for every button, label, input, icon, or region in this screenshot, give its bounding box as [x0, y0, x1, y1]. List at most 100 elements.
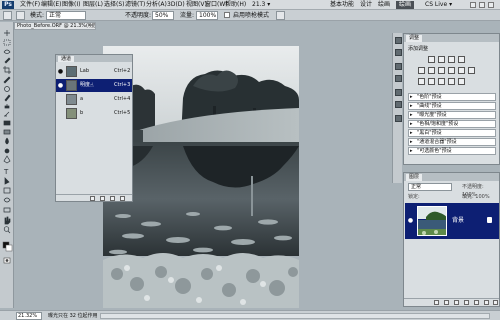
menu-select[interactable]: 选择(S) — [104, 1, 125, 9]
blend-mode-select[interactable]: 正常 — [408, 183, 452, 191]
opacity-input[interactable]: 50% — [152, 11, 174, 20]
channel-mixer-icon[interactable] — [468, 67, 475, 74]
lock-options[interactable]: 锁定: — [408, 193, 458, 201]
character-panel-icon[interactable] — [395, 115, 402, 122]
channel-row-a[interactable]: a Ctrl+4 — [56, 93, 132, 106]
layer-mask-icon[interactable] — [454, 300, 459, 305]
preset-black-white[interactable]: "黑白"预设 — [408, 129, 496, 137]
horizontal-scrollbar[interactable] — [100, 313, 490, 319]
channels-panel-titlebar[interactable]: 通道 — [56, 55, 132, 62]
brushes-panel-icon[interactable] — [395, 89, 402, 96]
minimize-button[interactable] — [470, 2, 476, 8]
layer-opacity-field[interactable]: 不透明度: 100% — [462, 183, 496, 198]
styles-panel-icon[interactable] — [395, 75, 402, 82]
new-layer-icon[interactable] — [484, 300, 489, 305]
visibility-eye-icon[interactable]: ● — [57, 82, 64, 89]
preset-curves[interactable]: "曲线"预设 — [408, 102, 496, 110]
workspace-essentials[interactable]: 基本功能 — [330, 1, 354, 9]
brush-size-icon[interactable] — [16, 11, 25, 20]
channel-row-lab[interactable]: ● Lab Ctrl+2 — [56, 65, 132, 78]
preset-exposure[interactable]: "曝光度"预设 — [408, 111, 496, 119]
mode-select[interactable]: 正常 — [46, 11, 86, 20]
clone-source-panel-icon[interactable] — [395, 101, 402, 108]
zoom-level-select[interactable]: 21.3 ▾ — [252, 1, 270, 9]
menu-view[interactable]: 视图(V) — [186, 1, 207, 9]
preset-selective-color[interactable]: "可选颜色"预设 — [408, 147, 496, 155]
brush-preset-icon[interactable] — [3, 11, 12, 20]
adjustment-layer-icon[interactable] — [464, 300, 469, 305]
preset-hue-saturation[interactable]: "色相/饱和度"预设 — [408, 120, 496, 128]
actions-panel-icon[interactable] — [395, 49, 402, 56]
layer-style-icon[interactable] — [444, 300, 449, 305]
workspace-design[interactable]: 设计 — [360, 1, 372, 9]
visibility-eye-empty[interactable] — [57, 110, 64, 117]
new-group-icon[interactable] — [474, 300, 479, 305]
menu-3d[interactable]: 3D(D) — [167, 1, 185, 9]
channel-name: a — [80, 96, 84, 102]
save-selection-icon[interactable] — [100, 196, 105, 201]
layer-row-background[interactable]: ● 背景 — [405, 203, 499, 239]
close-button[interactable] — [488, 2, 494, 8]
delete-channel-icon[interactable] — [120, 196, 125, 201]
menu-file[interactable]: 文件(F) — [20, 1, 40, 9]
status-info-text: 曝光只在 32 位起作用 — [48, 313, 98, 319]
selective-color-icon[interactable] — [458, 78, 465, 85]
document-tab[interactable]: Photo_Before.ORF @ 21.3%(明度,8#) × — [14, 22, 96, 30]
levels-icon[interactable] — [438, 56, 445, 63]
vibrance-icon[interactable] — [418, 67, 425, 74]
flow-input[interactable]: 100% — [196, 11, 218, 20]
visibility-eye-icon[interactable]: ● — [57, 68, 64, 75]
visibility-eye-empty[interactable] — [57, 96, 64, 103]
tool-icons[interactable]: T — [0, 22, 14, 308]
tab-channels[interactable]: 通道 — [58, 56, 75, 62]
link-layers-icon[interactable] — [434, 300, 439, 305]
channel-shortcut: Ctrl+5 — [114, 110, 131, 116]
maximize-button[interactable] — [479, 2, 485, 8]
tablet-pressure-icon[interactable] — [276, 11, 285, 20]
zoom-tool-icon — [3, 226, 10, 232]
channel-shortcut: Ctrl+2 — [114, 68, 131, 74]
gradient-map-icon[interactable] — [448, 78, 455, 85]
exposure-icon[interactable] — [458, 56, 465, 63]
layers-titlebar[interactable]: 图层 — [404, 173, 499, 181]
delete-layer-icon[interactable] — [493, 300, 498, 305]
menu-help[interactable]: 帮助(H) — [225, 1, 246, 9]
menu-image[interactable]: 图像(I) — [62, 1, 80, 9]
menu-edit[interactable]: 编辑(E) — [41, 1, 61, 9]
invert-icon[interactable] — [418, 78, 425, 85]
status-zoom-field[interactable]: 21.32% — [16, 312, 42, 320]
cs-live-button[interactable]: CS Live ▾ — [425, 1, 452, 9]
brightness-contrast-icon[interactable] — [428, 56, 435, 63]
background-color-swatch — [5, 244, 13, 252]
new-channel-icon[interactable] — [110, 196, 115, 201]
adjustments-titlebar[interactable]: 调整 — [404, 34, 499, 42]
visibility-eye-icon[interactable]: ● — [407, 217, 414, 224]
airbrush-checkbox[interactable] — [224, 12, 230, 18]
swatches-panel-icon[interactable] — [395, 63, 402, 70]
workspace-active[interactable]: 绘画 — [396, 1, 415, 9]
load-selection-icon[interactable] — [90, 196, 95, 201]
preset-channel-mixer[interactable]: "通道混合器"预设 — [408, 138, 496, 146]
channel-thumbnail — [66, 94, 77, 105]
color-balance-icon[interactable] — [438, 67, 445, 74]
menu-analysis[interactable]: 分析(A) — [146, 1, 167, 9]
black-white-icon[interactable] — [448, 67, 455, 74]
clone-stamp-icon — [4, 104, 10, 109]
photo-filter-icon[interactable] — [458, 67, 465, 74]
threshold-icon[interactable] — [438, 78, 445, 85]
channel-row-b[interactable]: b Ctrl+5 — [56, 107, 132, 120]
history-panel-icon[interactable] — [395, 37, 402, 44]
layer-name: 背景 — [452, 217, 465, 224]
layer-thumbnail-image — [418, 207, 446, 235]
posterize-icon[interactable] — [428, 78, 435, 85]
preset-levels[interactable]: "色阶"预设 — [408, 93, 496, 101]
hue-saturation-icon[interactable] — [428, 67, 435, 74]
menu-layer[interactable]: 图层(L) — [83, 1, 103, 9]
tab-adjustments[interactable]: 调整 — [406, 35, 423, 42]
curves-icon[interactable] — [448, 56, 455, 63]
channel-row-lightness[interactable]: ● 明度 Ctrl+3 ☝ — [56, 79, 132, 92]
menu-filter[interactable]: 滤镜(T) — [125, 1, 145, 9]
layer-fill-field[interactable]: 填充: 100% — [462, 193, 496, 201]
tab-layers[interactable]: 图层 — [406, 174, 423, 181]
workspace-painting[interactable]: 绘画 — [378, 1, 390, 9]
